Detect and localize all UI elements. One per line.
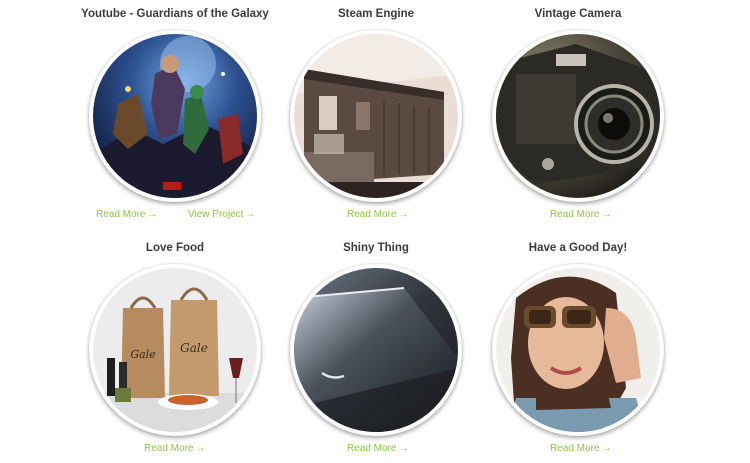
arrow-right-icon: → bbox=[398, 443, 409, 454]
arrow-right-icon: → bbox=[601, 209, 612, 220]
arrow-right-icon: → bbox=[245, 209, 256, 220]
arrow-right-icon: → bbox=[195, 443, 206, 454]
item-title: Shiny Thing bbox=[343, 242, 409, 254]
item-image-frame[interactable] bbox=[492, 30, 664, 202]
woman-sunglasses-image bbox=[496, 268, 660, 432]
item-title: Have a Good Day! bbox=[528, 242, 628, 254]
item-image-frame[interactable] bbox=[290, 30, 462, 202]
view-project-link[interactable]: View Project → bbox=[188, 209, 255, 220]
guardians-poster-image bbox=[93, 34, 257, 198]
read-more-link[interactable]: Read More → bbox=[347, 443, 408, 454]
item-image-frame[interactable] bbox=[89, 30, 261, 202]
food-bags-image: Gale Gale bbox=[93, 268, 257, 432]
svg-text:Gale: Gale bbox=[130, 348, 156, 361]
item-image-frame[interactable]: Gale Gale bbox=[89, 264, 261, 436]
read-more-link[interactable]: Read More → bbox=[550, 443, 611, 454]
item-title: Steam Engine bbox=[337, 8, 415, 20]
item-links: Read More → bbox=[468, 443, 688, 457]
item-title: Love Food bbox=[145, 242, 205, 254]
item-image-frame[interactable] bbox=[492, 264, 664, 436]
read-more-link[interactable]: Read More → bbox=[550, 209, 611, 220]
camera-lens-image bbox=[496, 34, 660, 198]
item-links: Read More → bbox=[266, 209, 486, 223]
train-car-image bbox=[294, 34, 458, 198]
read-more-link[interactable]: Read More → bbox=[96, 209, 157, 220]
arrow-right-icon: → bbox=[147, 209, 158, 220]
item-links: Read More → View Project → bbox=[65, 209, 285, 223]
portfolio-grid: Youtube - Guardians of the Galaxy Read M… bbox=[0, 0, 750, 463]
item-links: Read More → bbox=[65, 443, 285, 457]
phone-closeup-image bbox=[294, 268, 458, 432]
arrow-right-icon: → bbox=[398, 209, 409, 220]
item-image-frame[interactable] bbox=[290, 264, 462, 436]
svg-text:Gale: Gale bbox=[180, 341, 208, 355]
arrow-right-icon: → bbox=[601, 443, 612, 454]
read-more-link[interactable]: Read More → bbox=[144, 443, 205, 454]
item-links: Read More → bbox=[468, 209, 688, 223]
read-more-link[interactable]: Read More → bbox=[347, 209, 408, 220]
item-title: Vintage Camera bbox=[534, 8, 622, 20]
item-links: Read More → bbox=[266, 443, 486, 457]
item-title: Youtube - Guardians of the Galaxy bbox=[81, 8, 269, 20]
